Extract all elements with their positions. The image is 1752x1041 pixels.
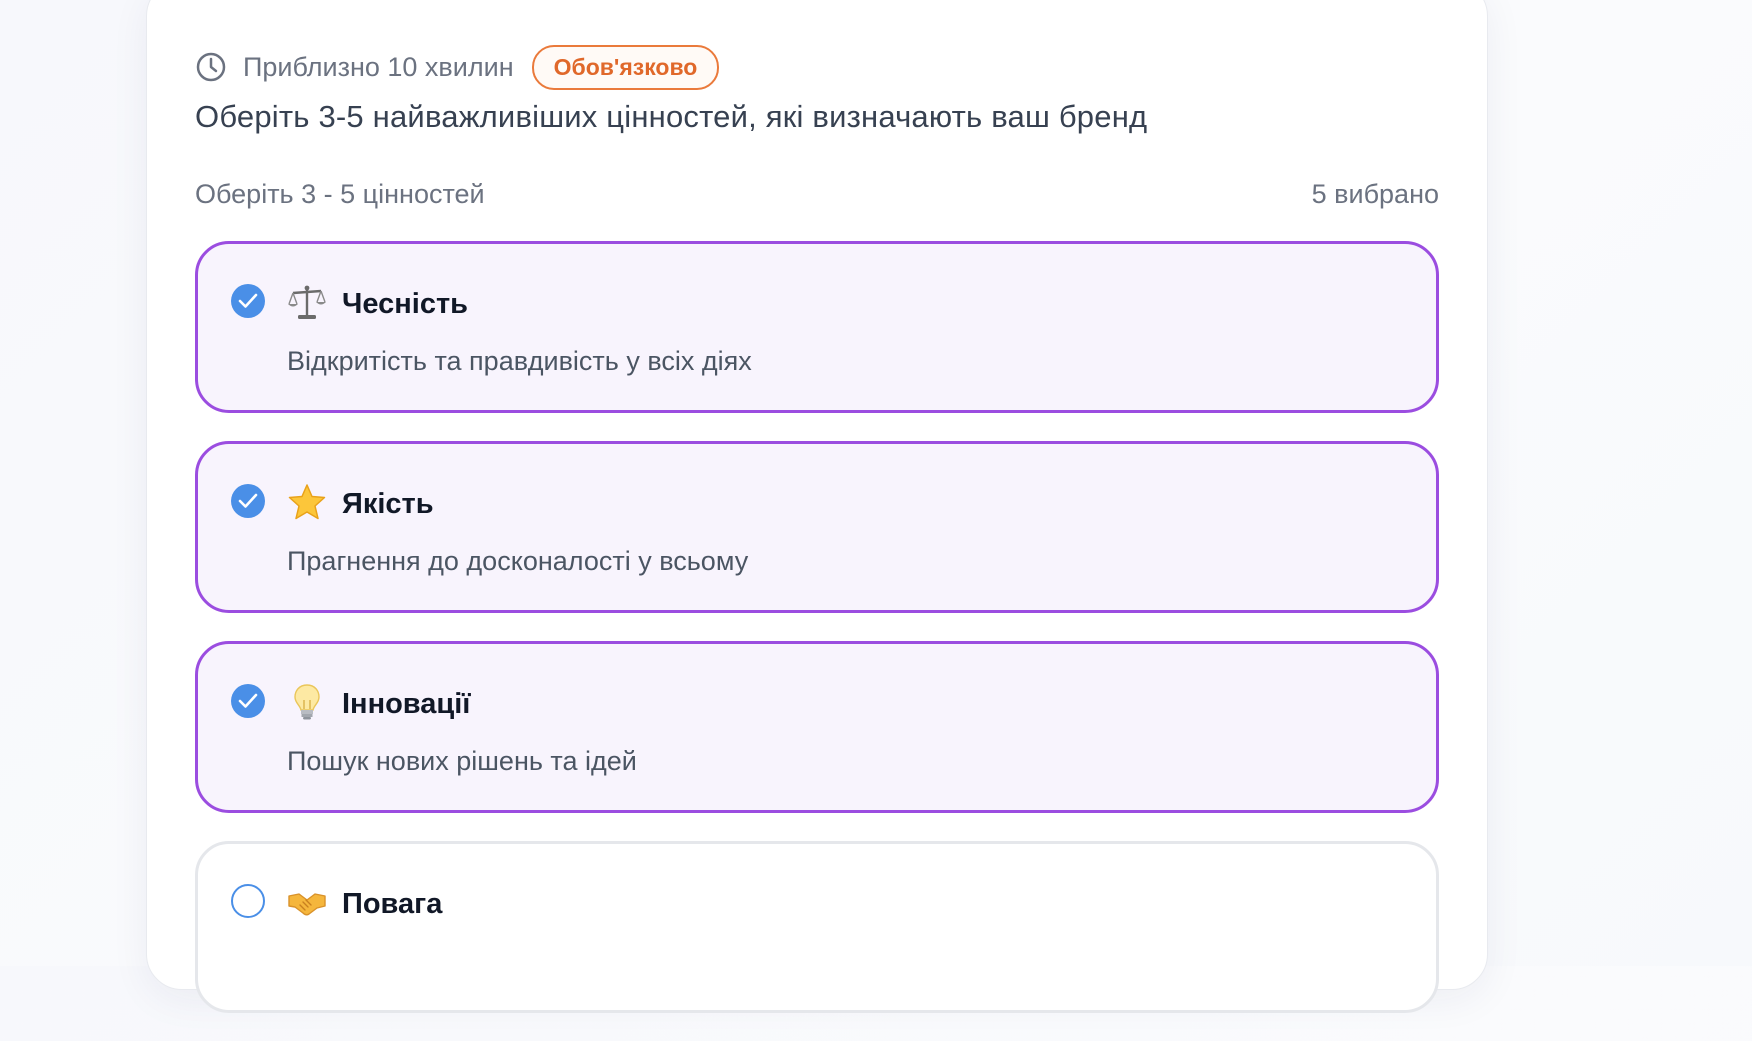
selection-hint-row: Оберіть 3 - 5 цінностей 5 вибрано — [195, 179, 1439, 210]
option-description: Прагнення до досконалості у всьому — [287, 546, 749, 576]
option-card-innovation[interactable]: Інновації Пошук нових рішень та ідей — [195, 641, 1439, 813]
option-title: Повага — [342, 888, 443, 920]
option-title: Інновації — [342, 688, 471, 720]
option-title: Якість — [342, 488, 434, 520]
lightbulb-icon — [287, 682, 327, 722]
scales-icon — [287, 282, 327, 322]
options-list: Чесність Відкритість та правдивість у вс… — [195, 241, 1439, 1041]
selection-hint: Оберіть 3 - 5 цінностей — [195, 179, 485, 209]
time-estimate: Приблизно 10 хвилин — [243, 51, 514, 82]
question-text: Оберіть 3-5 найважливіших цінностей, які… — [195, 99, 1148, 134]
meta-row: Приблизно 10 хвилин Обов'язково — [195, 44, 720, 90]
option-card-quality[interactable]: Якість Прагнення до досконалості у всьом… — [195, 441, 1439, 613]
required-badge: Обов'язково — [531, 44, 720, 90]
option-title: Чесність — [342, 288, 468, 320]
checkbox-checked-icon[interactable] — [231, 284, 265, 318]
option-description: Пошук нових рішень та ідей — [287, 746, 637, 776]
option-card-respect[interactable]: Повага — [195, 841, 1439, 1013]
star-icon — [287, 482, 327, 522]
checkbox-unchecked-icon[interactable] — [231, 884, 265, 918]
question-card: Приблизно 10 хвилин Обов'язково Оберіть … — [146, 0, 1488, 1013]
selected-count: 5 вибрано — [1311, 179, 1439, 209]
option-card-honesty[interactable]: Чесність Відкритість та правдивість у вс… — [195, 241, 1439, 413]
checkbox-checked-icon[interactable] — [231, 684, 265, 718]
handshake-icon — [287, 882, 327, 922]
checkbox-checked-icon[interactable] — [231, 484, 265, 518]
clock-icon — [195, 51, 227, 83]
option-description: Відкритість та правдивість у всіх діях — [287, 346, 752, 376]
